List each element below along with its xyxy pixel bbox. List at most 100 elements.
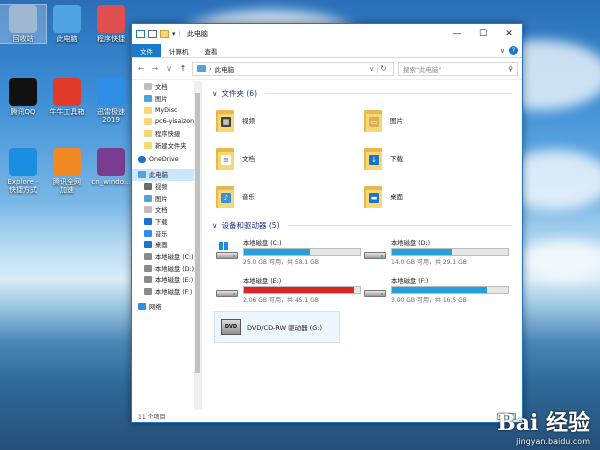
desktop-icon[interactable]: 程序快捷: [88, 5, 134, 43]
cow-app-icon: [53, 78, 81, 106]
ribbon-tabs: 文件 计算机 查看 ∨ ?: [132, 44, 522, 58]
tab-view[interactable]: 查看: [197, 44, 226, 57]
folder-badge-icon: ↓: [369, 155, 379, 165]
desktop-icon-label: Explore - 快捷方式: [7, 178, 39, 195]
folder-icon: ▬: [364, 184, 384, 208]
folder-item[interactable]: ♪ 音乐: [216, 179, 364, 213]
nav-item-quick-access[interactable]: pc6-yisaizonghe: [132, 116, 201, 128]
nav-scrollbar-thumb[interactable]: [195, 93, 200, 373]
desktop-icon-label: 回收站: [12, 35, 34, 43]
quick-access-toolbar: ▾ |: [136, 30, 181, 38]
window-title: 此电脑: [186, 30, 208, 38]
tab-computer[interactable]: 计算机: [161, 44, 197, 57]
nav-item-label: 桌面: [155, 242, 168, 250]
search-icon[interactable]: ⚲: [508, 65, 513, 73]
nav-item-pc-location[interactable]: 音乐: [132, 227, 201, 239]
folder-label: 桌面: [390, 193, 403, 201]
drive-item[interactable]: 本地磁盘 (F:) 3.00 GB 可用，共 16.5 GB: [364, 273, 512, 307]
drive-info: 本地磁盘 (D:) 14.0 GB 可用，共 29.1 GB: [391, 238, 509, 266]
back-icon[interactable]: ←: [136, 64, 146, 73]
winrar-icon: [97, 148, 125, 176]
refresh-icon[interactable]: ↻: [377, 64, 389, 73]
folder-item[interactable]: ↓ 下载: [364, 141, 512, 175]
new-folder-icon[interactable]: [160, 30, 169, 38]
nav-item-this-pc[interactable]: 此电脑: [132, 168, 201, 181]
nav-item-pc-location[interactable]: 文档: [132, 204, 201, 216]
breadcrumb-separator: ›: [209, 64, 212, 73]
nav-item-label: 新建文件夹: [155, 142, 187, 150]
recent-dropdown-icon[interactable]: ∨: [164, 64, 174, 73]
folder-item[interactable]: ▦ 视频: [216, 103, 364, 137]
expand-ribbon-icon[interactable]: ∨: [500, 47, 505, 55]
folder-icon: [144, 95, 152, 103]
folder-item[interactable]: ▬ 桌面: [364, 179, 512, 213]
help-icon[interactable]: ?: [509, 46, 518, 55]
folder-icon: ↓: [364, 146, 384, 170]
nav-item-pc-location[interactable]: 本地磁盘 (D:): [132, 262, 201, 274]
drive-label: 本地磁盘 (C:): [243, 240, 282, 247]
folder-item[interactable]: ≡ 文档: [216, 141, 364, 175]
nav-item-quick-access[interactable]: 新建文件夹: [132, 139, 201, 151]
desktop-icon[interactable]: Explore - 快捷方式: [0, 148, 46, 194]
drive-item[interactable]: 本地磁盘 (E:) 2.06 GB 可用，共 45.1 GB: [216, 273, 364, 307]
nav-item-quick-access[interactable]: 程序快捷: [132, 128, 201, 140]
desktop-icon[interactable]: 牛牛工具箱: [44, 78, 90, 116]
address-dropdown-icon[interactable]: ∨: [369, 65, 374, 73]
folders-group-header[interactable]: ∨ 文件夹 (6): [212, 87, 512, 99]
nav-item-pc-location[interactable]: 桌面: [132, 239, 201, 251]
nav-item-pc-location[interactable]: 视频: [132, 181, 201, 193]
maximize-button[interactable]: ☐: [470, 24, 496, 44]
nav-item-onedrive[interactable]: OneDrive: [132, 154, 201, 166]
drive-item[interactable]: 本地磁盘 (D:) 14.0 GB 可用，共 29.1 GB: [364, 235, 512, 269]
location-icon: [144, 217, 152, 225]
folder-item[interactable]: ▭ 图片: [364, 103, 512, 137]
nav-item-pc-location[interactable]: 下载: [132, 216, 201, 228]
desktop-icon[interactable]: 腾讯全网 加速: [44, 148, 90, 194]
folder-icon: ≡: [216, 146, 236, 170]
nav-item-label: 文档: [155, 84, 168, 92]
desktop-icon[interactable]: cn_windo...: [88, 148, 134, 186]
nav-item-pc-location[interactable]: 本地磁盘 (C:): [132, 251, 201, 263]
qq-penguin-icon: [9, 78, 37, 106]
folder-label: 视频: [242, 117, 255, 125]
forward-icon[interactable]: →: [150, 64, 160, 73]
nav-item-quick-access[interactable]: 文档✦: [132, 81, 201, 93]
nav-item-pc-location[interactable]: 本地磁盘 (F:): [132, 286, 201, 298]
drive-item[interactable]: 本地磁盘 (C:) 25.0 GB 可用，共 58.1 GB: [216, 235, 364, 269]
search-input[interactable]: 搜索"此电脑" ⚲: [398, 61, 518, 76]
folder-label: 图片: [390, 117, 403, 125]
desktop-icon[interactable]: 回收站: [0, 3, 47, 45]
folder-label: 音乐: [242, 193, 255, 201]
folders-group-title: 文件夹 (6): [221, 88, 258, 98]
up-icon[interactable]: ↑: [178, 64, 188, 73]
close-button[interactable]: ✕: [496, 24, 522, 44]
nav-item-pc-location[interactable]: 图片: [132, 192, 201, 204]
nav-scrollbar[interactable]: [194, 81, 201, 410]
breadcrumb-this-pc[interactable]: 此电脑: [215, 64, 235, 74]
nav-item-pc-location[interactable]: 本地磁盘 (E:): [132, 274, 201, 286]
watermark-url: jingyan.baidu.com: [516, 437, 590, 446]
drive-led: [233, 255, 235, 257]
drive-usage-bar: [243, 286, 361, 294]
properties-icon[interactable]: [148, 30, 157, 38]
minimize-button[interactable]: —: [444, 24, 470, 44]
desktop-icon[interactable]: 此电脑: [44, 5, 90, 43]
folder-icon: [144, 83, 152, 91]
qa-dropdown-icon[interactable]: ▾: [172, 30, 176, 38]
folder-badge-icon: ▦: [221, 117, 231, 127]
chevron-down-icon[interactable]: ∨: [212, 221, 218, 230]
drive-usage-fill: [392, 287, 488, 293]
address-bar[interactable]: › 此电脑 ∨ ↻: [192, 61, 394, 76]
tab-file[interactable]: 文件: [132, 44, 161, 57]
location-icon: [144, 241, 152, 249]
nav-item-network[interactable]: 网络: [132, 300, 201, 312]
desktop-icon[interactable]: 腾讯QQ: [0, 78, 46, 116]
nav-item-label: 网络: [149, 303, 162, 311]
nav-item-quick-access[interactable]: 图片✦: [132, 93, 201, 105]
nav-item-quick-access[interactable]: MyDisc: [132, 104, 201, 116]
chevron-down-icon[interactable]: ∨: [212, 89, 218, 98]
drives-group-header[interactable]: ∨ 设备和驱动器 (5): [212, 219, 512, 231]
desktop-icon-label: 此电脑: [56, 35, 78, 43]
dvd-drive[interactable]: DVD DVD/CD-RW 驱动器 (G:): [214, 311, 340, 343]
desktop-icon[interactable]: 迅雷极速 2019: [88, 78, 134, 124]
